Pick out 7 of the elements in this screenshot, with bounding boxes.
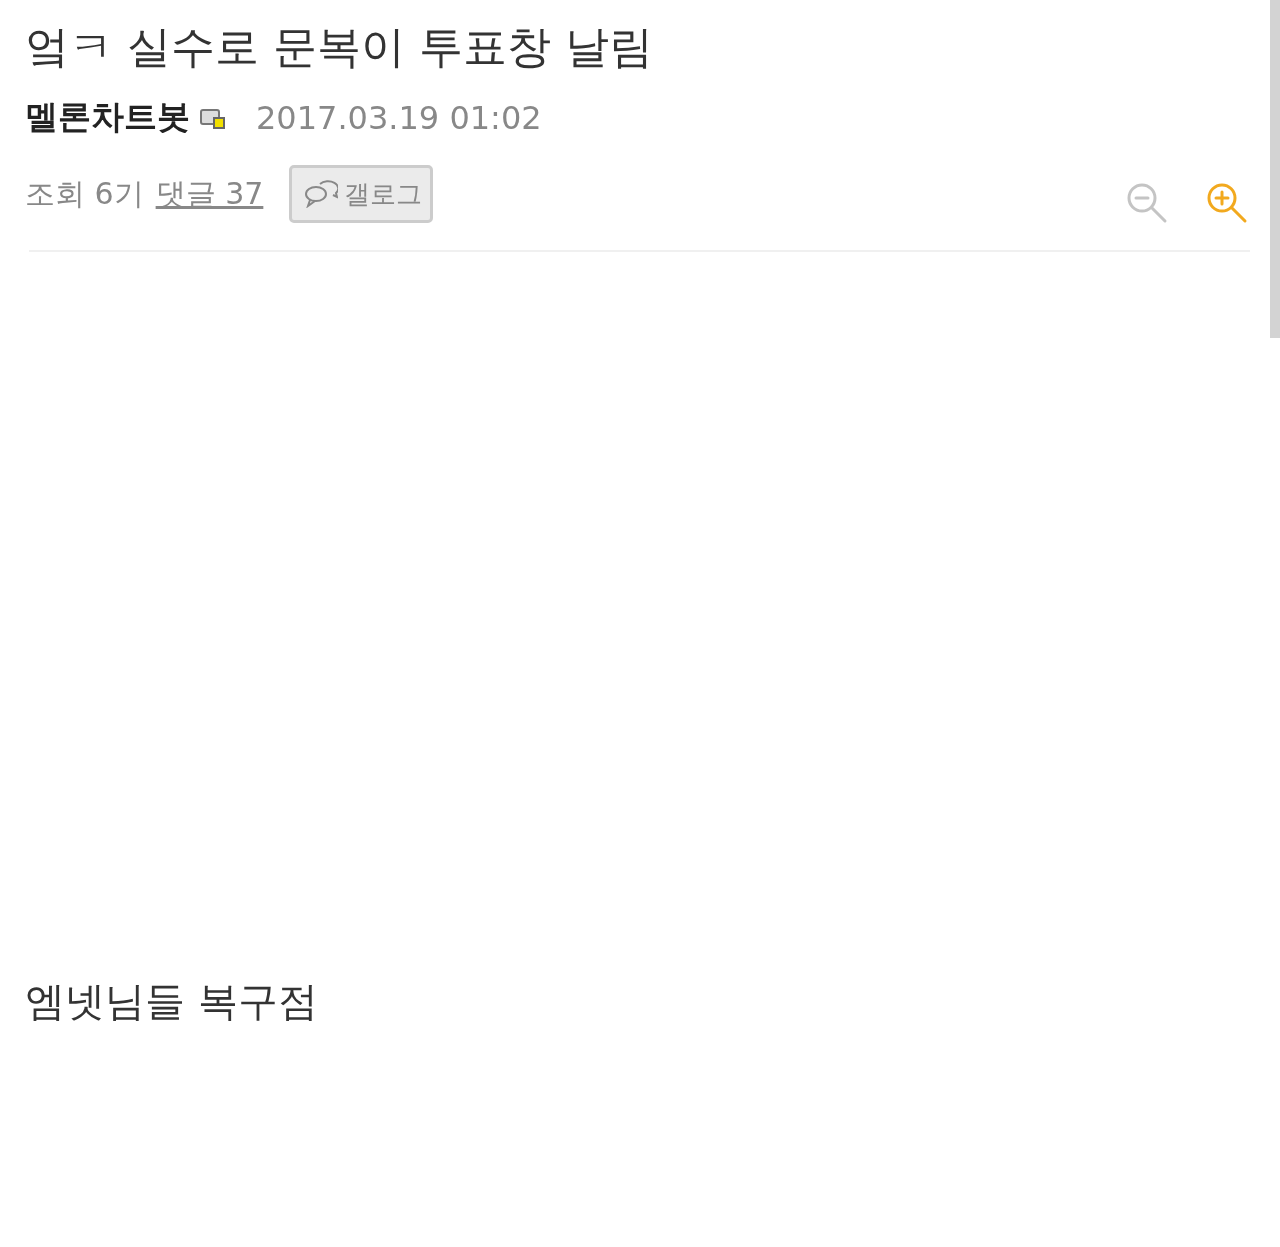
view-count: 조회 6기: [25, 174, 144, 213]
body-text: 엠넷님들 복구점: [25, 977, 319, 1027]
gallog-button[interactable]: 갤로그: [289, 165, 434, 224]
post-date: 2017.03.19 01:02: [256, 98, 542, 137]
author-name[interactable]: 멜론차트봇: [25, 95, 190, 141]
comments-link[interactable]: 댓글 37: [155, 173, 264, 215]
post-title: 엌ㅋ 실수로 문복이 투표창 날림: [25, 20, 654, 74]
